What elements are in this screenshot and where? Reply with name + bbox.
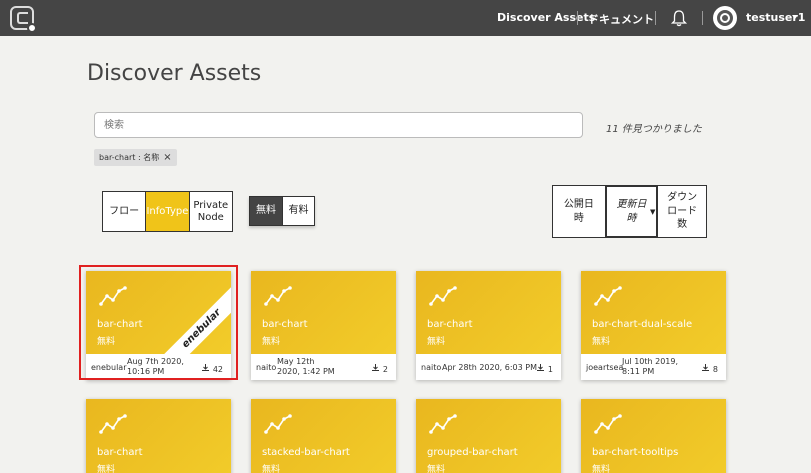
type-filter: フロー InfoType Private Node [102,191,233,232]
card-footer: naito Apr 28th 2020, 6:03 PM 1 [416,354,561,380]
avatar-icon[interactable] [713,6,737,30]
card-downloads: 1 [536,363,553,374]
card-author: joeartsea [586,363,624,372]
price-filter-paid[interactable]: 有料 [281,197,314,225]
card-date: May 12th 2020, 1:42 PM [277,357,335,376]
filter-tag-label: bar-chart : 名称 [99,153,160,162]
nav-divider [702,11,703,25]
card-name: bar-chart [97,447,143,458]
download-icon [702,364,710,371]
active-filter-tag: bar-chart : 名称 × [94,149,177,166]
chart-line-icon [429,286,457,306]
card-date: Apr 28th 2020, 6:03 PM [442,363,537,372]
card-author: naito [421,363,442,372]
card-name: grouped-bar-chart [427,447,518,458]
asset-card[interactable]: bar-chart 無料 [86,399,231,473]
card-download-count: 2 [382,365,388,374]
card-header: bar-chart-dual-scale 無料 [581,271,726,354]
bell-icon[interactable] [670,9,688,27]
card-footer: naito May 12th 2020, 1:42 PM 2 [251,354,396,380]
card-footer: joeartsea Jul 10th 2019, 8:11 PM 8 [581,354,726,380]
chart-line-icon [99,414,127,434]
download-icon [537,364,545,371]
asset-card[interactable]: bar-chart-dual-scale 無料 joeartsea Jul 10… [581,271,726,380]
card-header: bar-chart 無料 [251,271,396,354]
top-navbar: Discover Assets ドキュメント testuser1 [0,0,811,36]
chevron-down-icon: ▼ [649,208,656,216]
chart-line-icon [264,414,292,434]
card-price: 無料 [262,337,281,347]
card-header: stacked-bar-chart 無料 [251,399,396,473]
card-header: bar-chart-tooltips 無料 [581,399,726,473]
logo-icon[interactable] [10,6,37,33]
nav-discover-assets[interactable]: Discover Assets [497,11,595,24]
card-header: bar-chart 無料 [86,399,231,473]
asset-card[interactable]: grouped-bar-chart 無料 [416,399,561,473]
card-name: bar-chart [427,319,473,330]
result-count: 11 件見つかりました [606,124,702,135]
card-header: grouped-bar-chart 無料 [416,399,561,473]
card-price: 無料 [97,465,116,473]
card-price: 無料 [262,465,281,473]
search-input[interactable] [94,112,583,138]
sort-downloads[interactable]: ダウンロード数 [657,186,706,237]
chart-line-icon [429,414,457,434]
page-title: Discover Assets [87,61,262,86]
card-price: 無料 [592,465,611,473]
card-author: naito [256,363,277,372]
card-name: bar-chart-tooltips [592,447,679,458]
price-filter: 無料 有料 [249,196,315,226]
type-filter-private-node[interactable]: Private Node [188,192,232,231]
card-downloads: 8 [701,363,718,374]
close-icon[interactable]: × [163,152,171,163]
sort-published[interactable]: 公開日時 [553,186,605,237]
card-price: 無料 [592,337,611,347]
price-filter-free[interactable]: 無料 [250,197,282,225]
selected-card-highlight [79,265,238,380]
card-name: bar-chart [262,319,308,330]
card-downloads: 2 [371,363,388,374]
asset-card[interactable]: bar-chart 無料 naito May 12th 2020, 1:42 P… [251,271,396,380]
card-price: 無料 [427,337,446,347]
download-icon [372,364,380,371]
type-filter-flow[interactable]: フロー [103,192,145,231]
nav-divider [655,11,656,25]
asset-card[interactable]: bar-chart 無料 naito Apr 28th 2020, 6:03 P… [416,271,561,380]
nav-documents[interactable]: ドキュメント [588,11,654,27]
card-header: bar-chart 無料 [416,271,561,354]
chart-line-icon [264,286,292,306]
sort-updated[interactable]: 更新日時 ▼ [604,186,658,237]
nav-divider [577,11,578,25]
card-date: Jul 10th 2019, 8:11 PM [622,357,679,376]
chart-line-icon [594,414,622,434]
card-price: 無料 [427,465,446,473]
asset-card[interactable]: bar-chart-tooltips 無料 [581,399,726,473]
sort-updated-label: 更新日時 [616,199,647,224]
card-name: bar-chart-dual-scale [592,319,693,330]
type-filter-infotype[interactable]: InfoType [145,192,189,231]
sort-options: 公開日時 更新日時 ▼ ダウンロード数 [552,185,707,238]
asset-card[interactable]: stacked-bar-chart 無料 [251,399,396,473]
chevron-down-icon[interactable] [792,15,798,19]
card-download-count: 8 [712,365,718,374]
chart-line-icon [594,286,622,306]
card-name: stacked-bar-chart [262,447,350,458]
card-download-count: 1 [547,365,553,374]
